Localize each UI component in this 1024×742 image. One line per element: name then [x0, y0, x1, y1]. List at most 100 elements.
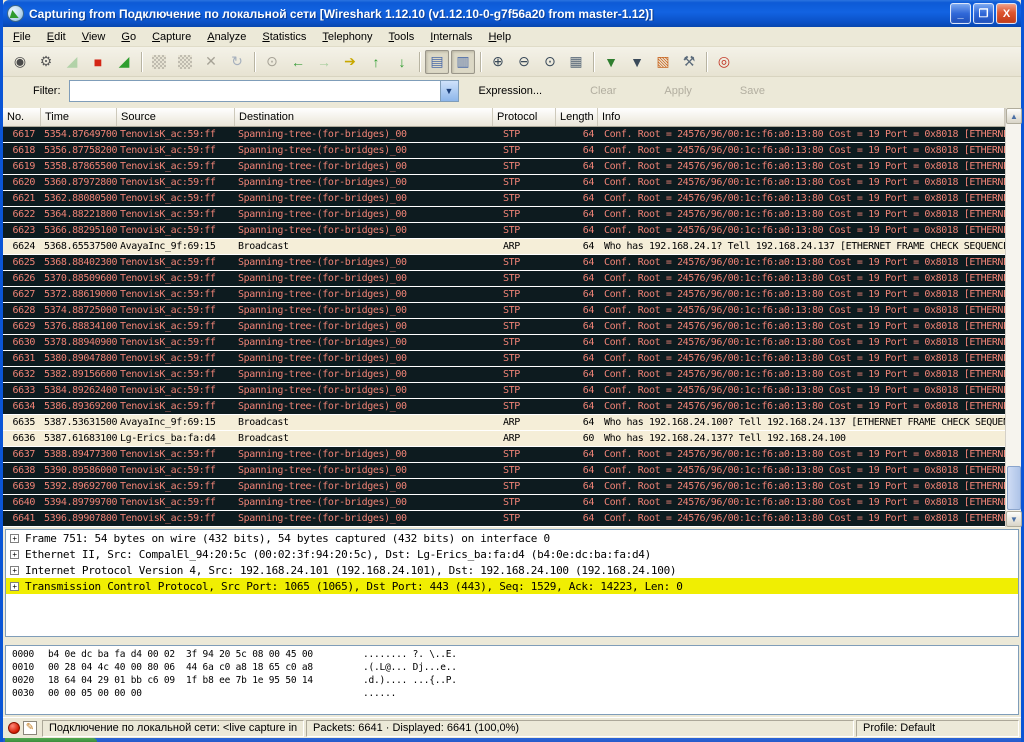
- restart-capture-icon[interactable]: ◢: [112, 50, 136, 74]
- cell-proto: STP: [493, 351, 556, 366]
- column-header-length[interactable]: Length: [556, 108, 598, 126]
- capture-filter-icon[interactable]: ▼: [599, 50, 623, 74]
- expand-icon[interactable]: +: [10, 582, 19, 591]
- packet-row-6626[interactable]: 66265370.885096000TenovisK_ac:59:ffSpann…: [3, 271, 1005, 287]
- column-header-source[interactable]: Source: [117, 108, 235, 126]
- detail-row-2[interactable]: +Internet Protocol Version 4, Src: 192.1…: [6, 562, 1018, 578]
- expand-icon[interactable]: +: [10, 534, 19, 543]
- go-back-icon[interactable]: ←: [286, 50, 310, 74]
- packet-list-scrollbar[interactable]: ▲ ▼: [1005, 108, 1021, 527]
- packet-row-6635[interactable]: 66355387.536315000AvayaInc_9f:69:15Broad…: [3, 415, 1005, 431]
- hex-line-0010[interactable]: 001000 28 04 4c 40 00 80 06 44 6a c0 a8 …: [12, 661, 1018, 674]
- menu-go[interactable]: Go: [113, 29, 144, 45]
- packet-row-6618[interactable]: 66185356.877582000TenovisK_ac:59:ffSpann…: [3, 143, 1005, 159]
- close-button[interactable]: X: [996, 3, 1017, 24]
- packet-row-6641[interactable]: 66415396.899078000TenovisK_ac:59:ffSpann…: [3, 511, 1005, 527]
- detail-row-0[interactable]: +Frame 751: 54 bytes on wire (432 bits),…: [6, 530, 1018, 546]
- menu-help[interactable]: Help: [480, 29, 519, 45]
- packet-row-6639[interactable]: 66395392.896927000TenovisK_ac:59:ffSpann…: [3, 479, 1005, 495]
- column-header-no[interactable]: No.: [3, 108, 41, 126]
- autoscroll-toggle-icon[interactable]: ▥: [451, 50, 475, 74]
- save-button[interactable]: Save: [730, 81, 775, 101]
- stop-capture-icon[interactable]: ■: [86, 50, 110, 74]
- zoom-out-icon[interactable]: ⊖: [512, 50, 536, 74]
- filter-input[interactable]: [70, 82, 440, 100]
- packet-row-6623[interactable]: 66235366.882951000TenovisK_ac:59:ffSpann…: [3, 223, 1005, 239]
- menu-internals[interactable]: Internals: [422, 29, 480, 45]
- apply-button[interactable]: Apply: [654, 81, 702, 101]
- start-button-fragment[interactable]: [5, 738, 97, 742]
- hex-line-0020[interactable]: 002018 64 04 29 01 bb c6 09 1f b8 ee 7b …: [12, 674, 1018, 687]
- cell-proto: STP: [493, 479, 556, 494]
- menu-telephony[interactable]: Telephony: [314, 29, 380, 45]
- menu-capture[interactable]: Capture: [144, 29, 199, 45]
- packet-row-6617[interactable]: 66175354.876497000TenovisK_ac:59:ffSpann…: [3, 127, 1005, 143]
- packet-row-6636[interactable]: 66365387.616831000Lg-Erics_ba:fa:d4Broad…: [3, 431, 1005, 447]
- packet-row-6621[interactable]: 66215362.880805000TenovisK_ac:59:ffSpann…: [3, 191, 1005, 207]
- packet-row-6628[interactable]: 66285374.887250000TenovisK_ac:59:ffSpann…: [3, 303, 1005, 319]
- expand-icon[interactable]: +: [10, 550, 19, 559]
- column-header-protocol[interactable]: Protocol: [493, 108, 556, 126]
- capture-comment-icon[interactable]: ✎: [23, 721, 37, 735]
- go-forward-icon[interactable]: →: [312, 50, 336, 74]
- scroll-up-icon[interactable]: ▲: [1006, 108, 1022, 124]
- column-header-destination[interactable]: Destination: [235, 108, 493, 126]
- resize-columns-icon[interactable]: ▦: [564, 50, 588, 74]
- packet-row-6624[interactable]: 66245368.655375000AvayaInc_9f:69:15Broad…: [3, 239, 1005, 255]
- clear-button[interactable]: Clear: [580, 81, 626, 101]
- profile-text[interactable]: Profile: Default: [856, 720, 1019, 737]
- capture-options-icon[interactable]: ⚙: [34, 50, 58, 74]
- expert-info-icon[interactable]: [8, 722, 20, 734]
- scrollbar-thumb[interactable]: [1007, 466, 1021, 510]
- display-filter-icon[interactable]: ▼: [625, 50, 649, 74]
- filter-dropdown-icon[interactable]: ▼: [440, 81, 458, 101]
- packet-row-6631[interactable]: 66315380.890478000TenovisK_ac:59:ffSpann…: [3, 351, 1005, 367]
- toolbar-separator: [480, 52, 481, 72]
- zoom-100-icon[interactable]: ⊙: [538, 50, 562, 74]
- packet-row-6634[interactable]: 66345386.893692000TenovisK_ac:59:ffSpann…: [3, 399, 1005, 415]
- packet-row-6620[interactable]: 66205360.879728000TenovisK_ac:59:ffSpann…: [3, 175, 1005, 191]
- cell-dst: Spanning-tree-(for-bridges)_00: [235, 223, 493, 238]
- help-icon[interactable]: ◎: [712, 50, 736, 74]
- packet-row-6638[interactable]: 66385390.895860000TenovisK_ac:59:ffSpann…: [3, 463, 1005, 479]
- go-to-top-icon[interactable]: ↑: [364, 50, 388, 74]
- packet-row-6619[interactable]: 66195358.878655000TenovisK_ac:59:ffSpann…: [3, 159, 1005, 175]
- packet-row-6629[interactable]: 66295376.888341000TenovisK_ac:59:ffSpann…: [3, 319, 1005, 335]
- packet-row-6625[interactable]: 66255368.884023000TenovisK_ac:59:ffSpann…: [3, 255, 1005, 271]
- packet-row-6632[interactable]: 66325382.891566000TenovisK_ac:59:ffSpann…: [3, 367, 1005, 383]
- colorize-toggle-icon[interactable]: ▤: [425, 50, 449, 74]
- zoom-in-icon[interactable]: ⊕: [486, 50, 510, 74]
- hex-line-0000[interactable]: 0000b4 0e dc ba fa d4 00 02 3f 94 20 5c …: [12, 648, 1018, 661]
- menu-view[interactable]: View: [74, 29, 114, 45]
- packet-row-6630[interactable]: 66305378.889409000TenovisK_ac:59:ffSpann…: [3, 335, 1005, 351]
- column-header-time[interactable]: Time: [41, 108, 117, 126]
- packet-row-6637[interactable]: 66375388.894773000TenovisK_ac:59:ffSpann…: [3, 447, 1005, 463]
- packet-row-6622[interactable]: 66225364.882218000TenovisK_ac:59:ffSpann…: [3, 207, 1005, 223]
- list-interfaces-icon[interactable]: ◉: [8, 50, 32, 74]
- detail-row-3[interactable]: +Transmission Control Protocol, Src Port…: [6, 578, 1018, 594]
- preferences-icon[interactable]: ⚒: [677, 50, 701, 74]
- go-to-bottom-icon[interactable]: ↓: [390, 50, 414, 74]
- menu-statistics[interactable]: Statistics: [254, 29, 314, 45]
- wireshark-app-icon: [7, 5, 24, 22]
- menu-tools[interactable]: Tools: [381, 29, 423, 45]
- hex-line-0030[interactable]: 003000 00 05 00 00 00......: [12, 687, 1018, 700]
- packet-row-6627[interactable]: 66275372.886190000TenovisK_ac:59:ffSpann…: [3, 287, 1005, 303]
- go-to-packet-icon[interactable]: ➔: [338, 50, 362, 74]
- cell-time: 5392.896927000: [41, 479, 117, 494]
- column-header-info[interactable]: Info: [598, 108, 1005, 126]
- packet-row-6633[interactable]: 66335384.892624000TenovisK_ac:59:ffSpann…: [3, 383, 1005, 399]
- menu-file[interactable]: File: [5, 29, 39, 45]
- packet-row-6640[interactable]: 66405394.897997000TenovisK_ac:59:ffSpann…: [3, 495, 1005, 511]
- expand-icon[interactable]: +: [10, 566, 19, 575]
- restore-button[interactable]: ❐: [973, 3, 994, 24]
- detail-row-1[interactable]: +Ethernet II, Src: CompalEl_94:20:5c (00…: [6, 546, 1018, 562]
- scroll-down-icon[interactable]: ▼: [1006, 511, 1022, 527]
- coloring-rules-icon[interactable]: ▧: [651, 50, 675, 74]
- menu-edit[interactable]: Edit: [39, 29, 74, 45]
- menu-analyze[interactable]: Analyze: [199, 29, 254, 45]
- minimize-button[interactable]: _: [950, 3, 971, 24]
- cell-time: 5394.897997000: [41, 495, 117, 510]
- pane-splitter[interactable]: [3, 637, 1021, 645]
- expression-button[interactable]: Expression...: [469, 81, 553, 101]
